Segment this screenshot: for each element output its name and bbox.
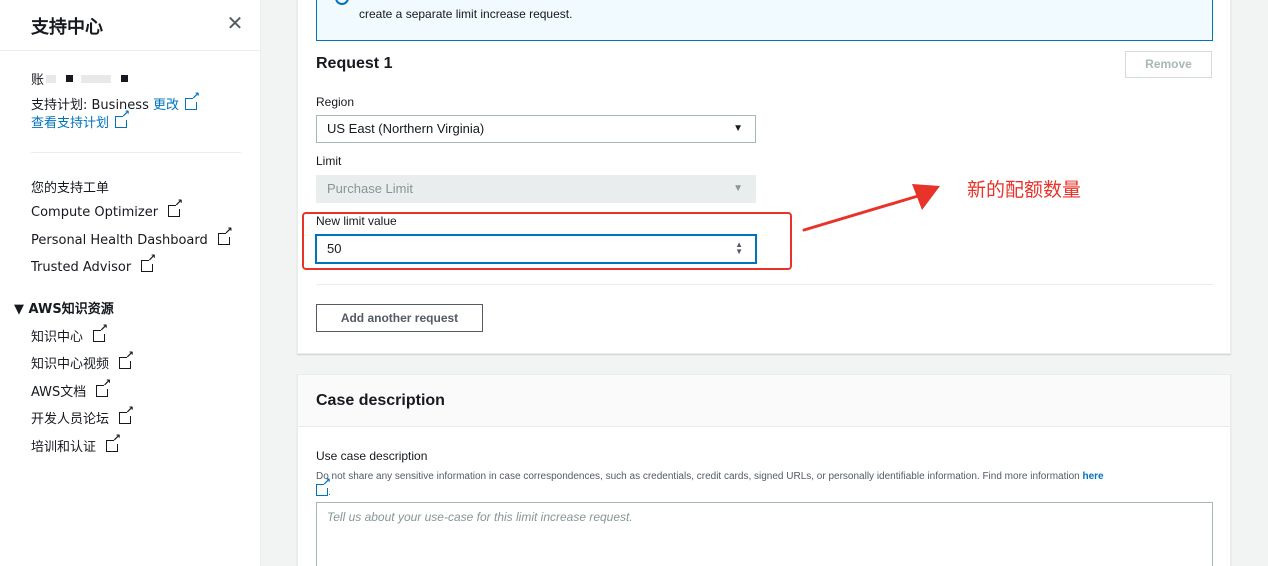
sidebar-item-aws-docs[interactable]: AWS文档 [31,379,111,400]
external-link-icon [119,406,134,424]
sidebar-item-trusted-advisor[interactable]: Trusted Advisor [31,254,156,275]
external-link-icon [93,324,108,342]
highlight-box [302,212,792,270]
sidebar-divider [0,50,261,51]
region-label: Region [316,95,355,109]
sidebar-item-knowledge-videos[interactable]: 知识中心视频 [31,351,134,372]
request-panel: create a separate limit increase request… [297,0,1231,354]
view-plan: 查看支持计划 [31,110,130,131]
info-text: create a separate limit increase request… [359,7,573,21]
region-select[interactable]: US East (Northern Virginia) ▼ [316,115,756,143]
account-info: 账 [31,69,129,88]
plan-label: 支持计划: Business [31,98,149,113]
redacted-block [46,74,57,83]
use-case-textarea[interactable]: Tell us about your use-case for this lim… [316,502,1213,566]
help-link[interactable]: here [1083,471,1104,482]
request-title: Request 1 [316,55,393,72]
case-description-panel: Case description Use case description Do… [297,374,1231,566]
sidebar-divider [31,152,241,153]
redacted-block [81,74,112,83]
support-sidebar: 支持中心 ✕ 账 支持计划: Business 更改 查看支持计划 您的支持工单… [0,0,261,566]
external-link-icon [168,199,183,217]
redacted-block [66,75,74,82]
textarea-placeholder: Tell us about your use-case for this lim… [327,510,633,524]
view-plan-link[interactable]: 查看支持计划 [31,110,130,131]
redacted-block [121,75,129,82]
case-description-title: Case description [316,392,445,409]
limit-value: Purchase Limit [327,181,413,196]
caret-down-icon: ▼ [733,123,743,134]
add-request-button[interactable]: Add another request [316,304,483,332]
section-divider [316,284,1213,285]
remove-button[interactable]: Remove [1125,51,1212,78]
support-plan: 支持计划: Business 更改 [31,92,200,113]
info-icon [335,0,349,5]
case-description-header: Case description [298,375,1230,427]
sidebar-item-cases[interactable]: 您的支持工单 [31,177,109,196]
sidebar-item-dev-forums[interactable]: 开发人员论坛 [31,406,134,427]
region-value: US East (Northern Virginia) [327,121,485,136]
sidebar-item-compute-optimizer[interactable]: Compute Optimizer [31,199,183,220]
account-label: 账 [31,73,45,88]
use-case-help: Do not share any sensitive information i… [316,470,1211,500]
annotation-arrow-icon [802,184,940,232]
sidebar-item-training[interactable]: 培训和认证 [31,434,121,455]
sidebar-header: 支持中心 ✕ [31,13,245,39]
sidebar-item-knowledge-center[interactable]: 知识中心 [31,324,108,345]
caret-down-icon: ▼ [733,183,743,194]
external-link-icon [96,379,111,397]
external-link-icon [217,227,233,245]
knowledge-group-toggle[interactable]: ▼ AWS知识资源 [14,298,114,317]
external-link-icon [115,110,130,128]
external-link-icon [185,92,200,110]
annotation-text: 新的配额数量 [967,179,1082,201]
use-case-label: Use case description [316,449,428,463]
external-link-icon[interactable] [316,478,331,496]
limit-label: Limit [316,154,342,168]
sidebar-item-health-dashboard[interactable]: Personal Health Dashboard [31,227,233,248]
change-plan-link[interactable]: 更改 [153,92,200,113]
sidebar-title: 支持中心 [31,17,103,38]
external-link-icon [106,434,121,452]
limit-select: Purchase Limit ▼ [316,175,756,203]
info-alert: create a separate limit increase request… [316,0,1213,41]
close-icon[interactable]: ✕ [225,13,245,35]
external-link-icon [119,351,134,369]
external-link-icon [141,254,156,272]
